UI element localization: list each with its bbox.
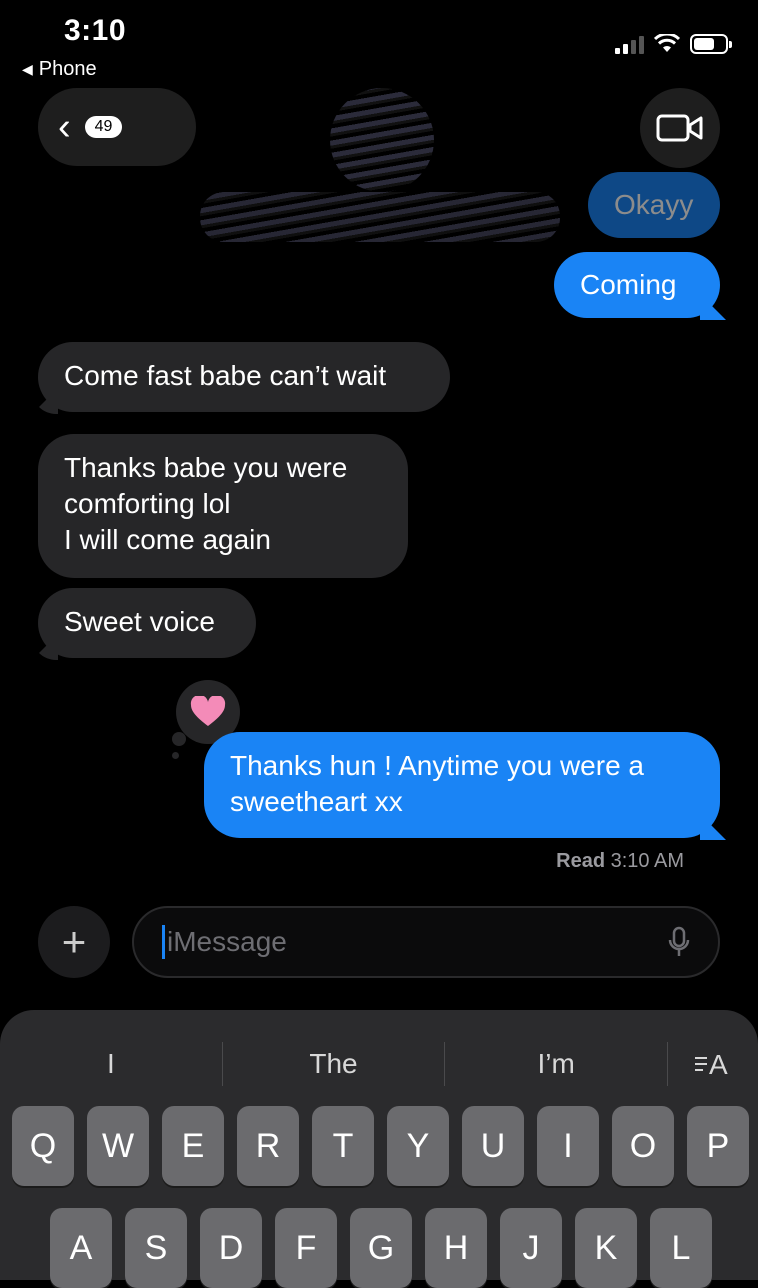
received-message-bubble[interactable]: Thanks babe you were comforting lol I wi…	[38, 434, 408, 578]
svg-text:A: A	[709, 1049, 728, 1077]
message-text: Come fast babe can’t wait	[64, 360, 387, 391]
key-k[interactable]: K	[575, 1208, 637, 1288]
input-placeholder: iMessage	[167, 926, 287, 957]
back-to-app-link[interactable]: ◀ Phone	[22, 58, 97, 81]
pink-heart-icon	[190, 696, 226, 726]
key-f[interactable]: F	[275, 1208, 337, 1288]
conversation-back-button[interactable]: ‹ 49	[38, 88, 196, 166]
message-text: Sweet voice	[64, 606, 215, 637]
sent-message-bubble[interactable]: Coming	[554, 252, 726, 320]
back-app-label: Phone	[38, 58, 97, 80]
key-q[interactable]: Q	[12, 1106, 74, 1186]
cellular-signal-icon	[615, 34, 644, 54]
imessage-input[interactable]: iMessage	[132, 906, 720, 978]
key-r[interactable]: R	[237, 1106, 299, 1186]
keyboard: I The I’m A QWERTYUIOPASDFGHJKL	[0, 1010, 758, 1288]
message-text-line: I will come again	[64, 524, 271, 555]
message-text: Okayy	[614, 189, 694, 220]
text-format-button[interactable]: A	[668, 1047, 758, 1082]
key-e[interactable]: E	[162, 1106, 224, 1186]
read-receipt: Read 3:10 AM	[556, 850, 684, 873]
suggestion-2[interactable]: The	[223, 1048, 445, 1080]
wifi-icon	[654, 34, 680, 52]
back-triangle-icon: ◀	[22, 61, 33, 77]
key-o[interactable]: O	[612, 1106, 674, 1186]
message-text-line: sweetheart xx	[230, 786, 403, 817]
suggestion-3[interactable]: I’m	[445, 1048, 667, 1080]
message-text-line: Thanks hun ! Anytime you were a	[230, 750, 644, 781]
key-y[interactable]: Y	[387, 1106, 449, 1186]
chevron-left-icon: ‹	[58, 106, 71, 148]
facetime-video-button[interactable]	[640, 88, 720, 168]
read-label: Read	[556, 850, 606, 872]
key-h[interactable]: H	[425, 1208, 487, 1288]
status-time: 3:10	[64, 14, 127, 47]
predictive-bar: I The I’m A	[0, 1034, 758, 1094]
sent-message-bubble[interactable]: Thanks hun ! Anytime you were a sweethea…	[204, 732, 726, 840]
contact-name-redacted[interactable]	[200, 192, 560, 242]
received-message-bubble[interactable]: Sweet voice	[32, 588, 256, 660]
battery-icon	[690, 34, 732, 54]
unread-count-badge: 49	[84, 116, 123, 138]
key-w[interactable]: W	[87, 1106, 149, 1186]
message-text-line: Thanks babe you were	[64, 452, 348, 483]
key-a[interactable]: A	[50, 1208, 112, 1288]
key-j[interactable]: J	[500, 1208, 562, 1288]
contact-avatar[interactable]	[330, 88, 434, 192]
read-time: 3:10 AM	[610, 850, 684, 872]
text-format-icon: A	[695, 1049, 728, 1080]
key-g[interactable]: G	[350, 1208, 412, 1288]
video-camera-icon	[656, 114, 703, 142]
plus-icon: +	[61, 918, 87, 965]
message-text: Coming	[580, 269, 677, 300]
key-p[interactable]: P	[687, 1106, 749, 1186]
key-i[interactable]: I	[537, 1106, 599, 1186]
key-d[interactable]: D	[200, 1208, 262, 1288]
status-icons	[615, 34, 732, 54]
key-u[interactable]: U	[462, 1106, 524, 1186]
key-l[interactable]: L	[650, 1208, 712, 1288]
suggestion-1[interactable]: I	[0, 1048, 222, 1080]
received-message-bubble[interactable]: Come fast babe can’t wait	[32, 342, 450, 414]
key-t[interactable]: T	[312, 1106, 374, 1186]
key-s[interactable]: S	[125, 1208, 187, 1288]
microphone-icon[interactable]	[668, 926, 690, 958]
text-caret	[162, 925, 165, 959]
message-text-line: comforting lol	[64, 488, 231, 519]
apps-plus-button[interactable]: +	[38, 906, 110, 978]
sent-message-bubble[interactable]: Okayy	[588, 172, 720, 238]
